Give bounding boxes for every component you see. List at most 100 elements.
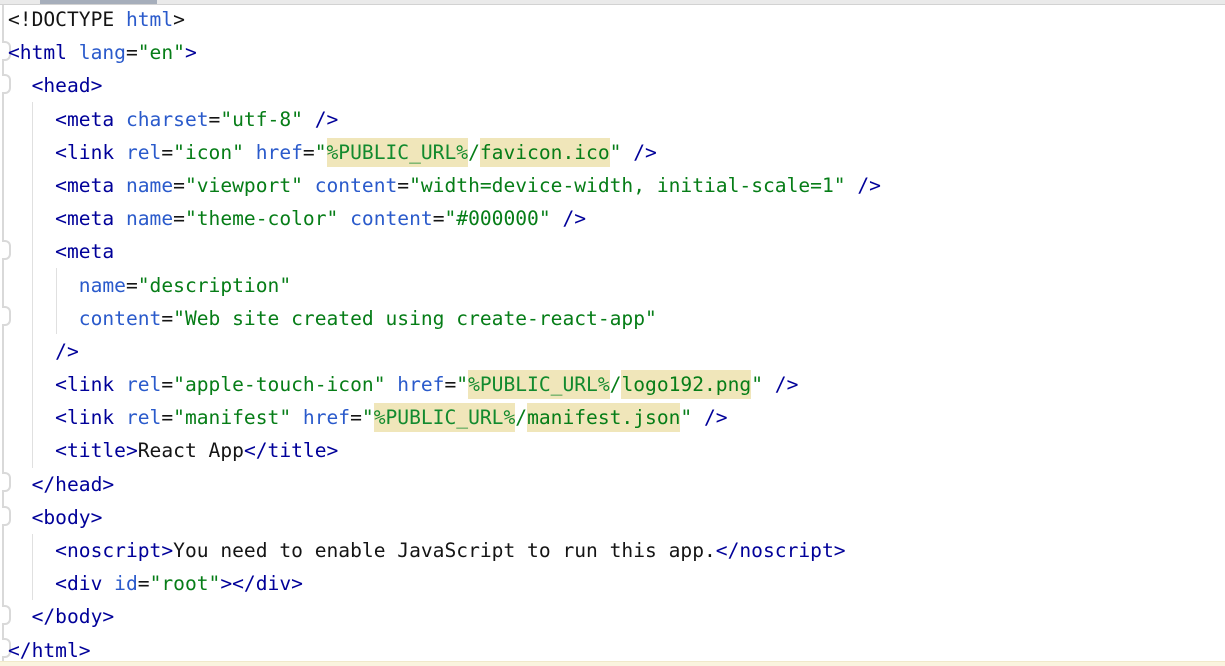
code-token-plain: =: [161, 373, 173, 396]
code-token-plain: React App: [138, 439, 244, 462]
code-token-str: "root": [150, 572, 221, 595]
code-token-tag: <link: [8, 141, 126, 164]
code-token-str: "viewport": [185, 174, 303, 197]
code-token-hlstr: manifest.json: [527, 403, 680, 432]
code-token-plain: =: [161, 307, 173, 330]
code-token-tag: <html: [8, 41, 79, 64]
code-token-attr: href: [303, 406, 350, 429]
code-token-plain: [303, 174, 315, 197]
code-token-var: %PUBLIC_URL%: [468, 370, 610, 399]
code-token-tag: <meta: [8, 108, 126, 131]
code-token-str: ": [456, 373, 468, 396]
code-token-tag: <link: [8, 373, 126, 396]
code-token-plain: =: [161, 141, 173, 164]
code-token-tag: >: [185, 41, 197, 64]
code-token-attr: content: [350, 207, 433, 230]
code-line[interactable]: <meta charset="utf-8" />: [0, 103, 1225, 136]
code-line[interactable]: name="description": [0, 269, 1225, 302]
code-token-str: ": [610, 141, 622, 164]
code-token-str: "icon": [173, 141, 244, 164]
code-token-attr: charset: [126, 108, 209, 131]
code-token-str: "description": [138, 274, 291, 297]
code-token-str: "manifest": [173, 406, 291, 429]
code-token-plain: [338, 207, 350, 230]
code-token-hlstr: logo192.png: [621, 370, 751, 399]
code-token-tag: </body>: [8, 605, 114, 628]
code-token-str: "width=device-width, initial-scale=1": [409, 174, 845, 197]
code-token-tag: <div: [8, 572, 114, 595]
code-token-str: "#000000": [444, 207, 550, 230]
code-token-tag: <meta: [8, 174, 126, 197]
code-token-tag: <title>: [8, 439, 138, 462]
code-token-plain: =: [161, 406, 173, 429]
code-token-attr: name: [79, 274, 126, 297]
code-token-plain: =: [173, 207, 185, 230]
code-token-plain: =: [433, 207, 445, 230]
code-token-plain: [8, 274, 79, 297]
code-line[interactable]: <meta: [0, 235, 1225, 268]
code-token-plain: >: [173, 8, 185, 31]
code-token-tag: />: [8, 340, 79, 363]
code-token-plain: =: [126, 274, 138, 297]
code-token-tag: <meta: [8, 240, 114, 263]
code-line[interactable]: <link rel="icon" href="%PUBLIC_URL%/favi…: [0, 136, 1225, 169]
code-area[interactable]: <!DOCTYPE html><html lang="en"> <head> <…: [0, 3, 1225, 666]
code-line[interactable]: </body>: [0, 600, 1225, 633]
code-token-tag: </noscript>: [716, 539, 846, 562]
code-token-plain: =: [444, 373, 456, 396]
code-line[interactable]: <div id="root"></div>: [0, 567, 1225, 600]
code-token-tag: />: [846, 174, 881, 197]
code-token-attr: id: [114, 572, 138, 595]
code-token-attr: name: [126, 174, 173, 197]
code-token-plain: =: [303, 141, 315, 164]
code-token-attr: rel: [126, 141, 161, 164]
code-token-str: ": [680, 406, 692, 429]
code-token-attr: content: [79, 307, 162, 330]
code-token-str: /: [610, 373, 622, 396]
code-token-attr: href: [256, 141, 303, 164]
code-token-str: ": [751, 373, 763, 396]
code-line[interactable]: <html lang="en">: [0, 36, 1225, 69]
code-line[interactable]: <!DOCTYPE html>: [0, 3, 1225, 36]
code-token-plain: <!DOCTYPE: [8, 8, 126, 31]
code-token-str: "Web site created using create-react-app…: [173, 307, 657, 330]
code-token-plain: [291, 406, 303, 429]
code-token-tag: />: [621, 141, 656, 164]
code-token-tag: </title>: [244, 439, 338, 462]
code-token-plain: =: [126, 41, 138, 64]
bottom-panel-edge: [0, 661, 1225, 666]
code-line[interactable]: <head>: [0, 69, 1225, 102]
code-token-plain: =: [138, 572, 150, 595]
code-token-tag: />: [551, 207, 586, 230]
code-token-tag: <meta: [8, 207, 126, 230]
code-token-var: %PUBLIC_URL%: [327, 138, 469, 167]
code-token-tag: <body>: [8, 506, 102, 529]
code-line[interactable]: content="Web site created using create-r…: [0, 302, 1225, 335]
code-token-tag: <noscript>: [8, 539, 173, 562]
code-token-plain: =: [397, 174, 409, 197]
code-line[interactable]: <meta name="viewport" content="width=dev…: [0, 169, 1225, 202]
code-line[interactable]: <noscript>You need to enable JavaScript …: [0, 534, 1225, 567]
code-token-plain: =: [173, 174, 185, 197]
code-line[interactable]: </head>: [0, 468, 1225, 501]
code-editor-window: <!DOCTYPE html><html lang="en"> <head> <…: [0, 0, 1225, 666]
code-token-attr: content: [315, 174, 398, 197]
code-token-var: %PUBLIC_URL%: [374, 403, 516, 432]
code-token-str: "utf-8": [220, 108, 303, 131]
code-token-plain: You need to enable JavaScript to run thi…: [173, 539, 716, 562]
code-line[interactable]: <body>: [0, 501, 1225, 534]
code-token-tag: ></div>: [220, 572, 303, 595]
code-token-plain: =: [209, 108, 221, 131]
code-token-str: /: [515, 406, 527, 429]
code-token-tag: />: [692, 406, 727, 429]
code-token-str: ": [362, 406, 374, 429]
code-line[interactable]: <link rel="apple-touch-icon" href="%PUBL…: [0, 368, 1225, 401]
code-token-tag: </head>: [8, 473, 114, 496]
code-token-attr: name: [126, 207, 173, 230]
code-token-tag: />: [303, 108, 338, 131]
code-line[interactable]: <meta name="theme-color" content="#00000…: [0, 202, 1225, 235]
code-line[interactable]: />: [0, 335, 1225, 368]
code-line[interactable]: <title>React App</title>: [0, 434, 1225, 467]
code-line[interactable]: <link rel="manifest" href="%PUBLIC_URL%/…: [0, 401, 1225, 434]
code-token-tag: <link: [8, 406, 126, 429]
